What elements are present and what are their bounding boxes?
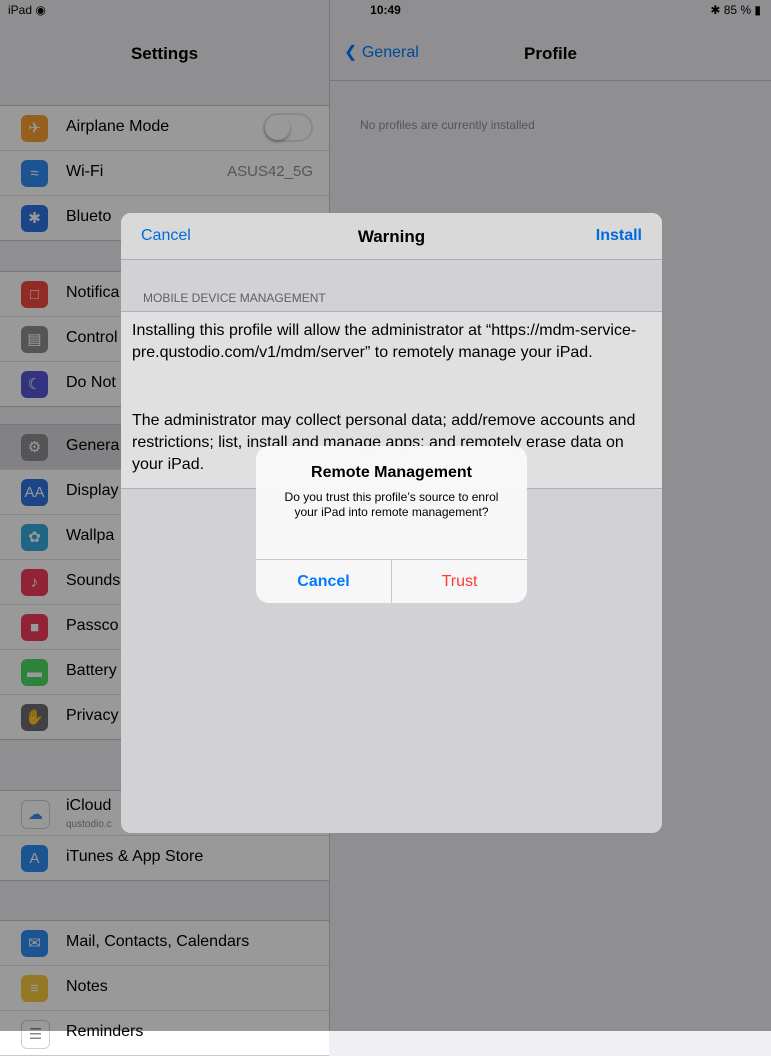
alert-title: Remote Management [311,464,472,481]
alert-button-row: Cancel Trust [256,559,527,603]
alert-message: Do you trust this profile’s source to en… [284,490,499,519]
alert-cancel-button[interactable]: Cancel [256,560,392,603]
remote-management-alert: Remote Management Do you trust this prof… [256,446,527,603]
trust-button[interactable]: Trust [392,560,527,603]
